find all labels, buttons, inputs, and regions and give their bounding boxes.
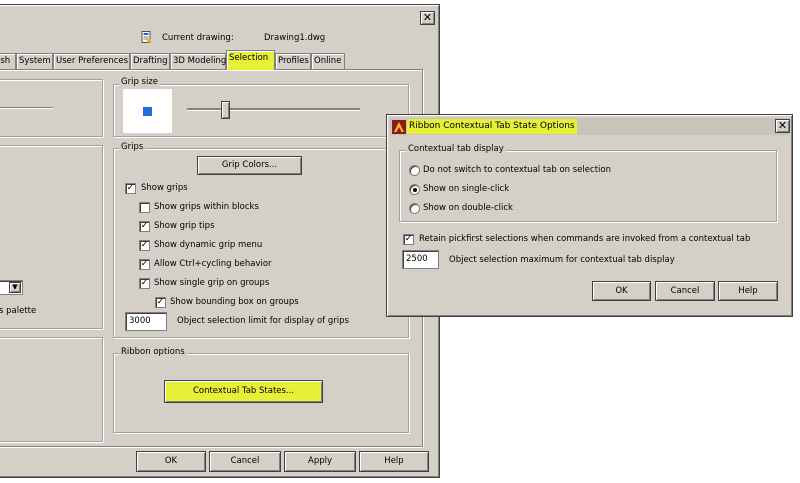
- single-click-label: Show on single-click: [423, 184, 510, 194]
- palette-text-fragment: s palette: [0, 306, 37, 316]
- tab-profiles[interactable]: Profiles: [275, 53, 311, 69]
- options-ok-button[interactable]: OK: [136, 451, 206, 472]
- grip-size-slider-thumb[interactable]: [221, 101, 230, 119]
- grip-preview-square: [143, 107, 152, 116]
- show-grip-tips-label: Show grip tips: [154, 221, 215, 231]
- drawing-file-icon: [141, 31, 152, 43]
- current-drawing-value: Drawing1.dwg: [264, 33, 326, 43]
- show-bounding-box-on-groups-checkbox[interactable]: ✓: [155, 297, 166, 308]
- ribbon-options-group-label: Ribbon options: [119, 347, 187, 357]
- tab-system[interactable]: System: [16, 53, 53, 69]
- show-grips-checkbox[interactable]: ✓: [125, 183, 136, 194]
- show-single-grip-on-groups-label: Show single grip on groups: [154, 278, 270, 288]
- pickbox-slider-track[interactable]: [0, 107, 53, 109]
- show-dynamic-grip-menu-checkbox[interactable]: ✓: [139, 240, 150, 251]
- tab-user-preferences[interactable]: User Preferences: [53, 53, 130, 69]
- double-click-label: Show on double-click: [423, 203, 513, 213]
- tab-3d-modeling[interactable]: 3D Modeling: [170, 53, 226, 69]
- autocad-logo-icon: [392, 120, 406, 134]
- selection-maximum-label: Object selection maximum for contextual …: [449, 255, 675, 265]
- tab-drafting[interactable]: Drafting: [130, 53, 170, 69]
- retain-pickfirst-label: Retain pickfirst selections when command…: [419, 234, 751, 244]
- grip-colors-button[interactable]: Grip Colors...: [197, 156, 302, 175]
- show-grip-tips-checkbox[interactable]: ✓: [139, 221, 150, 232]
- grip-display-limit-input[interactable]: 3000: [125, 312, 167, 331]
- ribbon-contextual-dialog: Ribbon Contextual Tab State Options ✕ Co…: [386, 114, 793, 317]
- show-bounding-box-on-groups-label: Show bounding box on groups: [170, 297, 299, 307]
- single-click-radio[interactable]: [409, 184, 420, 195]
- grip-display-limit-label: Object selection limit for display of gr…: [177, 316, 349, 326]
- show-grips-label: Show grips: [141, 183, 188, 193]
- tab-online[interactable]: Online: [311, 53, 345, 69]
- grips-group-label: Grips: [119, 142, 146, 152]
- left-dropdown[interactable]: ▼: [0, 280, 23, 295]
- dropdown-arrow-icon[interactable]: ▼: [9, 282, 21, 293]
- allow-ctrl-cycling-checkbox[interactable]: ✓: [139, 259, 150, 270]
- allow-ctrl-cycling-label: Allow Ctrl+cycling behavior: [154, 259, 272, 269]
- ribbon-cancel-button[interactable]: Cancel: [655, 281, 715, 301]
- options-help-button[interactable]: Help: [359, 451, 429, 472]
- retain-pickfirst-checkbox[interactable]: ✓: [403, 234, 414, 245]
- grip-size-slider-track[interactable]: [187, 108, 360, 111]
- preview-group: [0, 337, 103, 442]
- selection-modes-group: [0, 145, 103, 329]
- no-switch-radio[interactable]: [409, 165, 420, 176]
- options-apply-button[interactable]: Apply: [284, 451, 356, 472]
- contextual-tab-display-label: Contextual tab display: [406, 144, 506, 154]
- options-dialog: ✕ Current drawing: Drawing1.dwg ish Syst…: [0, 4, 440, 478]
- tab-selection[interactable]: Selection: [226, 50, 275, 70]
- no-switch-label: Do not switch to contextual tab on selec…: [423, 165, 611, 175]
- grip-size-group-label: Grip size: [119, 77, 161, 87]
- contextual-tab-states-button[interactable]: Contextual Tab States...: [164, 380, 323, 403]
- show-single-grip-on-groups-checkbox[interactable]: ✓: [139, 278, 150, 289]
- ribbon-ok-button[interactable]: OK: [592, 281, 651, 301]
- current-drawing-label: Current drawing:: [162, 33, 234, 43]
- ribbon-close-button[interactable]: ✕: [775, 119, 790, 133]
- show-dynamic-grip-menu-label: Show dynamic grip menu: [154, 240, 263, 250]
- options-title-bar: [0, 8, 436, 26]
- grip-size-preview: [123, 89, 172, 133]
- options-cancel-button[interactable]: Cancel: [209, 451, 281, 472]
- ribbon-help-button[interactable]: Help: [718, 281, 778, 301]
- options-close-button[interactable]: ✕: [420, 11, 435, 25]
- double-click-radio[interactable]: [409, 203, 420, 214]
- selection-maximum-input[interactable]: 2500: [402, 250, 439, 269]
- show-grips-within-blocks-label: Show grips within blocks: [154, 202, 259, 212]
- tab-publish[interactable]: ish: [0, 53, 16, 69]
- show-grips-within-blocks-checkbox[interactable]: [139, 202, 150, 213]
- ribbon-dialog-title: Ribbon Contextual Tab State Options: [407, 119, 577, 134]
